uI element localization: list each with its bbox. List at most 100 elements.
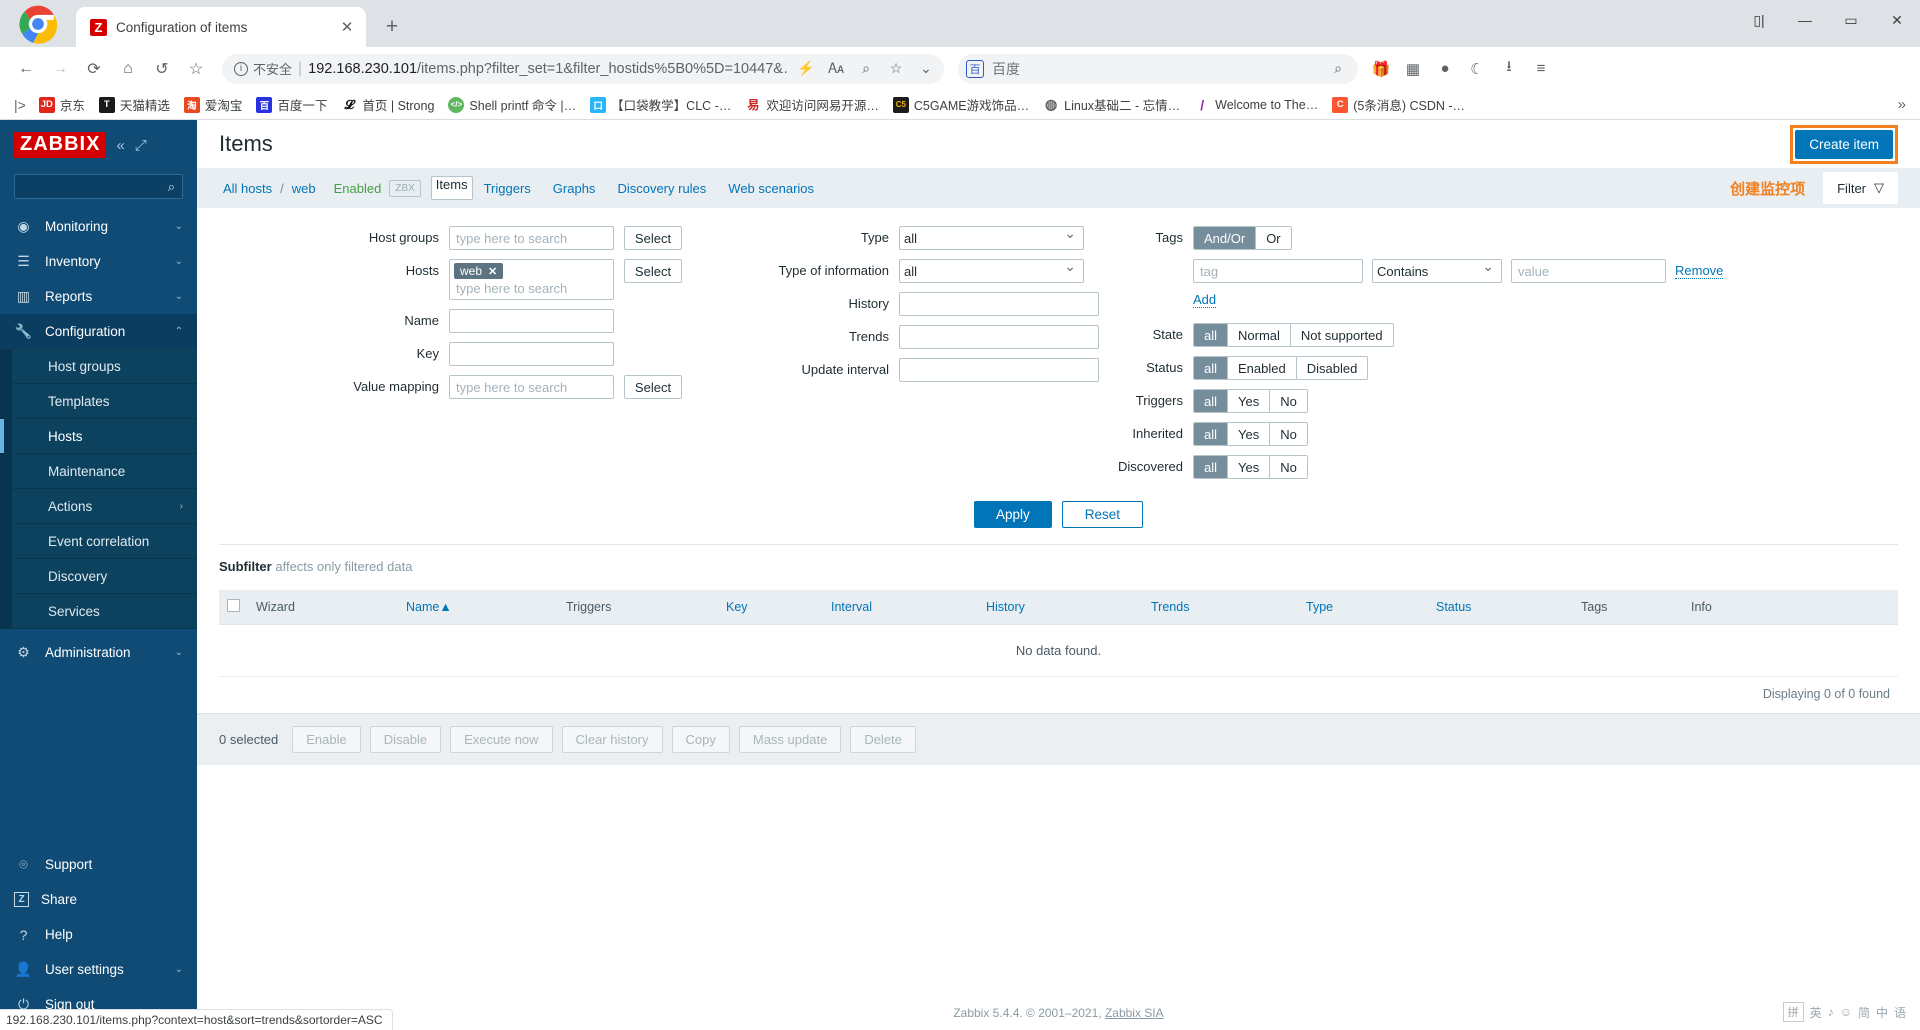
browser-menu-icon[interactable]: ≡ [1526,54,1556,84]
triggers-option-no[interactable]: No [1270,390,1307,412]
breadcrumb-host[interactable]: web [288,181,320,196]
filter-tab[interactable]: Filter ▽ [1823,172,1898,204]
bookmarks-apps-icon[interactable]: |> [8,97,32,113]
back-button[interactable]: ← [10,53,42,85]
tag-value-input[interactable] [1511,259,1666,283]
inherited-option-no[interactable]: No [1270,423,1307,445]
value-mapping-input[interactable] [449,375,614,399]
sidebar-item-maintenance[interactable]: Maintenance [12,454,197,489]
tab-triggers[interactable]: Triggers [473,176,542,201]
zabbix-logo[interactable]: ZABBIX [14,132,106,158]
column-key[interactable]: Key [718,590,823,625]
tags-mode-andor[interactable]: And/Or [1194,227,1256,249]
inherited-option-all[interactable]: all [1194,423,1228,445]
discovered-option-no[interactable]: No [1270,456,1307,478]
enable-button[interactable]: Enable [292,726,360,753]
tab-close-icon[interactable]: ✕ [338,18,356,36]
history-input[interactable] [899,292,1099,316]
bookmark-item[interactable]: C(5条消息) CSDN -… [1325,93,1472,116]
mass-update-button[interactable]: Mass update [739,726,841,753]
zabbix-sia-link[interactable]: Zabbix SIA [1105,1006,1164,1020]
column-status[interactable]: Status [1428,590,1573,625]
state-option-all[interactable]: all [1194,324,1228,346]
sidebar-collapse-icon[interactable]: « [116,137,124,154]
ime-emoji-icon[interactable]: ☺ [1840,1005,1852,1019]
sidebar-expand-icon[interactable]: ⤢ [135,137,147,154]
key-input[interactable] [449,342,614,366]
sidebar-item-support[interactable]: ⌾ Support [0,847,197,882]
zoom-out-icon[interactable]: ⌕ [854,57,878,81]
trends-input[interactable] [899,325,1099,349]
bookmark-item[interactable]: 百百度一下 [249,93,334,116]
tag-remove-link[interactable]: Remove [1675,263,1723,279]
sidebar-item-host-groups[interactable]: Host groups [12,349,197,384]
discovered-option-all[interactable]: all [1194,456,1228,478]
bookmark-item[interactable]: /Welcome to The… [1187,95,1325,115]
clear-history-button[interactable]: Clear history [562,726,663,753]
lightning-icon[interactable]: ⚡ [794,57,818,81]
ime-chinese-icon[interactable]: 中 [1876,1004,1888,1021]
gift-icon[interactable]: 🎁 [1366,54,1396,84]
tags-mode-or[interactable]: Or [1256,227,1290,249]
search-box[interactable]: 百 百度 ⌕ [958,54,1358,84]
star-icon[interactable]: ☆ [884,57,908,81]
sidebar-item-monitoring[interactable]: ◉ Monitoring ⌄ [0,209,197,244]
bookmark-item[interactable]: T天猫精选 [92,93,177,116]
sidebar-item-help[interactable]: ? Help [0,917,197,952]
host-status-label[interactable]: Enabled [320,181,390,196]
bookmark-item[interactable]: ◍Linux基础二 - 忘情… [1036,93,1187,116]
update-interval-input[interactable] [899,358,1099,382]
ime-language-icon[interactable]: 语 [1894,1004,1906,1021]
sidebar-item-event-correlation[interactable]: Event correlation [12,524,197,559]
name-input[interactable] [449,309,614,333]
sidebar-item-user-settings[interactable]: 👤 User settings ⌄ [0,952,197,987]
apply-button[interactable]: Apply [974,501,1052,528]
chevron-down-icon[interactable]: ⌄ [914,57,938,81]
sidebar-item-reports[interactable]: ▥ Reports ⌄ [0,279,197,314]
maximize-button[interactable]: ▭ [1828,0,1874,40]
status-option-disabled[interactable]: Disabled [1297,357,1368,379]
disable-button[interactable]: Disable [370,726,441,753]
sidebar-item-hosts[interactable]: Hosts [12,419,197,454]
host-groups-select-button[interactable]: Select [624,226,682,250]
triggers-option-all[interactable]: all [1194,390,1228,412]
sidebar-search-input[interactable]: ⌕ [14,174,183,199]
tag-operator-select[interactable]: Contains [1372,259,1502,283]
sidebar-item-discovery[interactable]: Discovery [12,559,197,594]
column-history[interactable]: History [978,590,1143,625]
sidebar-item-services[interactable]: Services [12,594,197,629]
tag-name-input[interactable] [1193,259,1363,283]
host-chip[interactable]: web ✕ [454,263,503,279]
type-of-information-select[interactable]: all [899,259,1084,283]
ime-sound-icon[interactable]: ♪ [1828,1005,1834,1019]
tab-web-scenarios[interactable]: Web scenarios [717,176,825,201]
discovered-option-yes[interactable]: Yes [1228,456,1270,478]
inherited-option-yes[interactable]: Yes [1228,423,1270,445]
bookmark-star-icon[interactable]: ☆ [180,53,212,85]
close-window-button[interactable]: ✕ [1874,0,1920,40]
site-security-indicator[interactable]: i 不安全 [234,59,292,78]
state-option-normal[interactable]: Normal [1228,324,1291,346]
reload-button[interactable]: ⟳ [78,53,110,85]
ime-pinyin-icon[interactable]: 拼 [1783,1002,1804,1022]
status-option-all[interactable]: all [1194,357,1228,379]
dark-mode-icon[interactable]: ☾ [1462,54,1492,84]
address-bar[interactable]: i 不安全 | 192.168.230.101/items.php?filter… [222,54,944,84]
hosts-select-button[interactable]: Select [624,259,682,283]
split-screen-icon[interactable]: ▯| [1736,0,1782,40]
type-select[interactable]: all [899,226,1084,250]
create-item-button[interactable]: Create item [1795,130,1893,159]
sidebar-item-configuration[interactable]: 🔧 Configuration ⌃ [0,314,197,349]
tag-add-link[interactable]: Add [1193,292,1216,308]
profile-avatar-icon[interactable]: ● [1430,54,1460,84]
sidebar-item-share[interactable]: Z Share [0,882,197,917]
state-option-not-supported[interactable]: Not supported [1291,324,1393,346]
reset-button[interactable]: Reset [1062,501,1143,528]
bookmark-item[interactable]: 口【口袋教学】CLC -… [583,93,738,116]
new-tab-button[interactable]: + [375,10,409,44]
column-trends[interactable]: Trends [1143,590,1298,625]
tab-graphs[interactable]: Graphs [542,176,607,201]
tab-items[interactable]: Items [431,176,473,200]
value-mapping-select-button[interactable]: Select [624,375,682,399]
delete-button[interactable]: Delete [850,726,916,753]
